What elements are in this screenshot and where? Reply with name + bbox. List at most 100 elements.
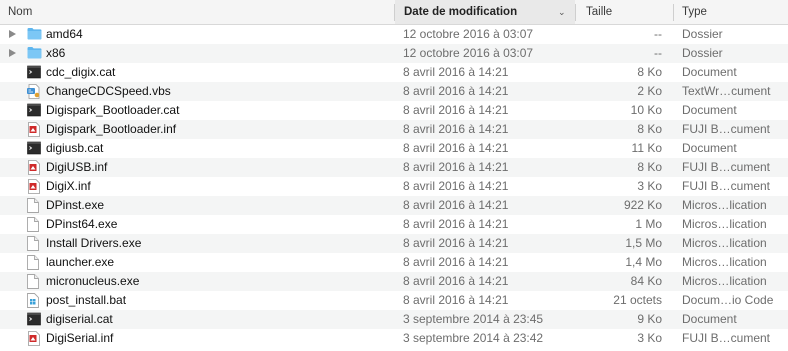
file-type: TextWr…cument	[682, 84, 771, 98]
file-type: Document	[682, 65, 737, 79]
terminal-file-icon	[27, 312, 41, 327]
file-name: DPinst64.exe	[46, 217, 118, 231]
terminal-file-icon	[27, 65, 41, 80]
file-type: Dossier	[682, 27, 723, 41]
file-size: 21 octets	[613, 293, 662, 307]
file-date: 8 avril 2016 à 14:21	[403, 274, 509, 288]
column-header-size[interactable]: Taille	[576, 0, 672, 24]
file-row[interactable]: DPinst.exe 8 avril 2016 à 14:21 922 Ko Micr…	[0, 196, 788, 215]
file-name: DigiX.inf	[46, 179, 91, 193]
file-row[interactable]: ChangeCDCSpeed.vbs 8 avril 2016 à 14:21 2 …	[0, 82, 788, 101]
file-size: --	[654, 27, 662, 41]
file-name: ChangeCDCSpeed.vbs	[46, 84, 171, 98]
column-header-bar: Nom Date de modification ⌄ Taille Type	[0, 0, 788, 25]
file-row[interactable]: digiserial.cat 3 septembre 2014 à 23:45 9 …	[0, 310, 788, 329]
file-name: Install Drivers.exe	[46, 236, 142, 250]
blank-file-icon-graphic	[27, 274, 39, 289]
fuji-file-icon	[27, 179, 41, 194]
fuji-file-icon-graphic	[28, 331, 40, 346]
file-size: 3 Ko	[637, 179, 662, 193]
blank-file-icon	[27, 198, 41, 213]
file-date: 8 avril 2016 à 14:21	[403, 65, 509, 79]
file-type: Docum…io Code	[682, 293, 774, 307]
file-size: 8 Ko	[637, 65, 662, 79]
file-name: cdc_digix.cat	[46, 65, 116, 79]
file-date: 8 avril 2016 à 14:21	[403, 84, 509, 98]
file-name: DigiSerial.inf	[46, 331, 114, 345]
fuji-file-icon-graphic	[28, 179, 40, 194]
script-file-icon	[27, 84, 41, 99]
blank-file-icon	[27, 255, 41, 270]
file-date: 3 septembre 2014 à 23:42	[403, 331, 544, 345]
file-type: Micros…lication	[682, 217, 767, 231]
file-list: amd64 12 octobre 2016 à 03:07 -- Dossier x86…	[0, 25, 788, 348]
file-date: 8 avril 2016 à 14:21	[403, 198, 509, 212]
sort-descending-icon: ⌄	[558, 7, 566, 17]
file-name: micronucleus.exe	[46, 274, 140, 288]
terminal-file-icon	[27, 141, 41, 156]
disclosure-triangle-icon[interactable]	[9, 30, 16, 38]
file-row[interactable]: cdc_digix.cat 8 avril 2016 à 14:21 8 Ko Doc…	[0, 63, 788, 82]
file-size: 8 Ko	[637, 160, 662, 174]
file-size: 9 Ko	[637, 312, 662, 326]
file-type: FUJI B…cument	[682, 331, 771, 345]
column-header-name[interactable]: Nom	[0, 0, 392, 24]
file-size: 84 Ko	[630, 274, 662, 288]
blank-file-icon	[27, 236, 41, 251]
file-row[interactable]: Digispark_Bootloader.cat 8 avril 2016 à 1…	[0, 101, 788, 120]
terminal-file-icon	[27, 103, 41, 118]
file-size: 8 Ko	[637, 122, 662, 136]
file-name: Digispark_Bootloader.inf	[46, 122, 177, 136]
file-type: Document	[682, 141, 737, 155]
file-type: Micros…lication	[682, 236, 767, 250]
file-row[interactable]: post_install.bat 8 avril 2016 à 14:21 21 o…	[0, 291, 788, 310]
file-type: Document	[682, 103, 737, 117]
fuji-file-icon-graphic	[28, 160, 40, 175]
file-date: 8 avril 2016 à 14:21	[403, 141, 509, 155]
file-name: launcher.exe	[46, 255, 115, 269]
file-size: 3 Ko	[637, 331, 662, 345]
file-type: Document	[682, 312, 737, 326]
file-row[interactable]: launcher.exe 8 avril 2016 à 14:21 1,4 Mo Mi…	[0, 253, 788, 272]
fuji-file-icon-graphic	[28, 122, 40, 137]
file-size: 2 Ko	[637, 84, 662, 98]
file-name: post_install.bat	[46, 293, 127, 307]
file-row[interactable]: Install Drivers.exe 8 avril 2016 à 14:21 1…	[0, 234, 788, 253]
file-name: digiserial.cat	[46, 312, 113, 326]
fuji-file-icon	[27, 122, 41, 137]
column-header-type[interactable]: Type	[674, 0, 788, 24]
blank-file-icon-graphic	[27, 198, 39, 213]
file-name: Digispark_Bootloader.cat	[46, 103, 180, 117]
file-row[interactable]: DigiUSB.inf 8 avril 2016 à 14:21 8 Ko FUJI …	[0, 158, 788, 177]
file-row[interactable]: amd64 12 octobre 2016 à 03:07 -- Dossier	[0, 25, 788, 44]
blank-file-icon	[27, 274, 41, 289]
file-type: FUJI B…cument	[682, 179, 771, 193]
file-name: DPinst.exe	[46, 198, 105, 212]
file-row[interactable]: digiusb.cat 8 avril 2016 à 14:21 11 Ko Docu…	[0, 139, 788, 158]
file-size: 922 Ko	[623, 198, 662, 212]
file-row[interactable]: micronucleus.exe 8 avril 2016 à 14:21 84 K…	[0, 272, 788, 291]
folder-icon	[27, 27, 42, 42]
column-header-date[interactable]: Date de modification	[395, 0, 575, 24]
file-row[interactable]: x86 12 octobre 2016 à 03:07 -- Dossier	[0, 44, 788, 63]
file-date: 8 avril 2016 à 14:21	[403, 103, 509, 117]
file-row[interactable]: DigiSerial.inf 3 septembre 2014 à 23:42 3 …	[0, 329, 788, 348]
file-type: Dossier	[682, 46, 723, 60]
file-size: --	[654, 46, 662, 60]
file-size: 10 Ko	[630, 103, 662, 117]
file-row[interactable]: DPinst64.exe 8 avril 2016 à 14:21 1 Mo Micr…	[0, 215, 788, 234]
file-size: 1,5 Mo	[625, 236, 662, 250]
file-date: 8 avril 2016 à 14:21	[403, 293, 509, 307]
folder-icon-graphic	[27, 28, 42, 40]
file-date: 8 avril 2016 à 14:21	[403, 160, 509, 174]
file-date: 8 avril 2016 à 14:21	[403, 179, 509, 193]
terminal-file-icon-graphic	[27, 312, 41, 326]
file-date: 12 octobre 2016 à 03:07	[403, 27, 534, 41]
fuji-file-icon	[27, 331, 41, 346]
folder-icon	[27, 46, 42, 61]
file-type: FUJI B…cument	[682, 160, 771, 174]
file-name: x86	[46, 46, 66, 60]
disclosure-triangle-icon[interactable]	[9, 49, 16, 57]
file-row[interactable]: DigiX.inf 8 avril 2016 à 14:21 3 Ko FUJI B……	[0, 177, 788, 196]
file-row[interactable]: Digispark_Bootloader.inf 8 avril 2016 à 1…	[0, 120, 788, 139]
